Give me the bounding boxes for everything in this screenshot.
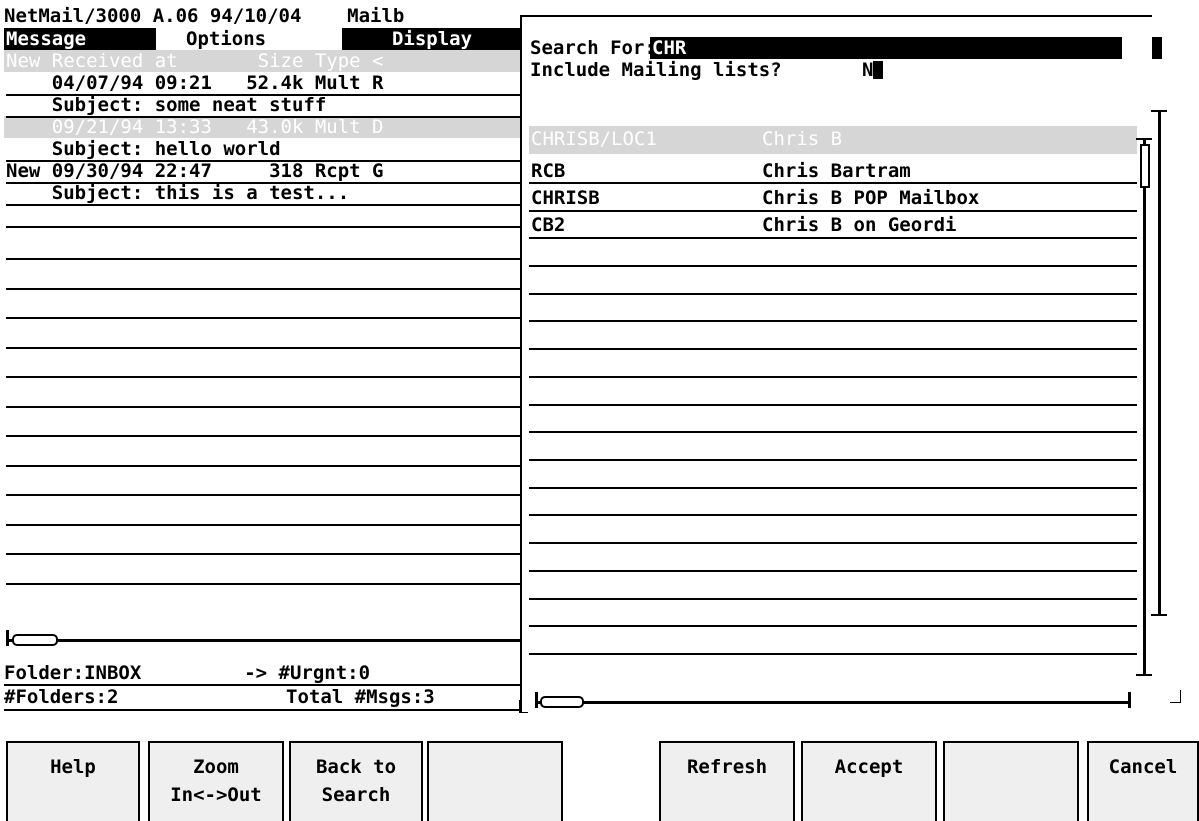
dialog-corner: [1170, 690, 1181, 703]
row-rule: [529, 625, 1137, 627]
row-rule: [6, 182, 522, 184]
row-rule: [529, 653, 1137, 655]
row-rule: [6, 524, 522, 526]
result-mailbox[interactable]: CHRISB: [531, 187, 600, 209]
result-mailbox[interactable]: CB2: [531, 214, 565, 236]
result-realname[interactable]: Chris B on Geordi: [762, 214, 956, 236]
row-rule: [6, 376, 522, 378]
row-rule: [529, 320, 1137, 322]
row-rule: [529, 293, 1137, 295]
row-rule: [6, 226, 522, 228]
include-lists-field[interactable]: N: [862, 59, 884, 81]
row-rule: [6, 583, 522, 585]
search-dialog: [520, 15, 1152, 712]
column-real-name[interactable]: Real Name: [772, 96, 875, 118]
f7-empty-button[interactable]: [943, 741, 1079, 821]
scroll-thumb[interactable]: [1140, 144, 1150, 188]
list-column-header: New Received at Size Type <: [4, 50, 524, 72]
row-rule: [6, 317, 522, 319]
f1-help-button[interactable]: Help: [6, 741, 140, 821]
message-row[interactable]: 04/07/94 09:21 52.4k Mult R: [6, 72, 384, 94]
row-rule: [529, 487, 1137, 489]
folder-status: Folder:INBOX -> #Urgnt:0: [4, 662, 371, 684]
include-lists-label: Include Mailing lists?: [530, 59, 782, 81]
row-rule: [529, 265, 1137, 267]
row-rule: [529, 459, 1137, 461]
row-rule: [6, 553, 522, 555]
row-rule: [529, 376, 1137, 378]
message-subject[interactable]: Subject: hello world: [6, 138, 281, 160]
f5-refresh-button[interactable]: Refresh: [659, 741, 795, 821]
scroll-thumb[interactable]: [540, 696, 584, 708]
row-rule: [6, 435, 522, 437]
row-rule: [529, 182, 1137, 184]
f2-zoom-button[interactable]: Zoom In<->Out: [148, 741, 284, 821]
result-realname[interactable]: Chris B POP Mailbox: [762, 187, 979, 209]
result-mailbox[interactable]: RCB: [531, 160, 565, 182]
row-rule: [6, 406, 522, 408]
scroll-thumb[interactable]: [12, 634, 58, 646]
search-input[interactable]: CHR: [650, 37, 1122, 59]
row-rule: [6, 116, 522, 118]
row-rule: [529, 404, 1137, 406]
search-label: Search For:: [530, 37, 656, 59]
message-row[interactable]: New 09/30/94 22:47 318 Rcpt G: [6, 160, 384, 182]
menu-message[interactable]: Message: [4, 28, 156, 50]
row-rule: [529, 598, 1137, 600]
f6-accept-button[interactable]: Accept: [801, 741, 937, 821]
folders-count: #Folders:2: [4, 686, 119, 708]
row-rule: [529, 210, 1137, 212]
row-rule: [529, 570, 1137, 572]
row-rule: [529, 431, 1137, 433]
result-realname[interactable]: Chris Bartram: [762, 160, 911, 182]
include-lists-value: N: [862, 59, 874, 81]
dialog-corner-left: [519, 700, 528, 713]
text-cursor: [873, 61, 884, 79]
menu-display[interactable]: Display: [342, 28, 522, 50]
row-rule: [6, 494, 522, 496]
f8-cancel-button[interactable]: Cancel: [1087, 741, 1199, 821]
row-rule: [6, 347, 522, 349]
row-rule: [6, 258, 522, 260]
row-rule: [6, 465, 522, 467]
row-rule: [529, 542, 1137, 544]
column-mailbox-name[interactable]: Mailbox Name: [531, 96, 668, 118]
search-input-value: CHR: [652, 37, 687, 59]
f4-empty-button[interactable]: [427, 741, 563, 821]
row-rule: [529, 348, 1137, 350]
result-realname: Chris B: [762, 128, 843, 150]
total-msgs: Total #Msgs:3: [286, 686, 435, 708]
f3-back-to-search-button[interactable]: Back to Search: [289, 741, 423, 821]
row-rule: [529, 514, 1137, 516]
row-rule: [529, 237, 1137, 239]
message-subject[interactable]: Subject: this is a test...: [6, 182, 349, 204]
row-rule: [6, 288, 522, 290]
app-title: NetMail/3000 A.06 94/10/04 Mailb: [4, 5, 405, 27]
result-mailbox: CHRISB/LOC1: [531, 128, 657, 150]
menu-options[interactable]: Options: [186, 28, 266, 50]
message-subject[interactable]: Subject: some neat stuff: [6, 94, 327, 116]
cursor-block: [1152, 37, 1162, 59]
row-rule: [6, 160, 522, 162]
row-rule: [6, 204, 522, 206]
message-row-selected[interactable]: 09/21/94 13:33 43.0k Mult D: [4, 116, 524, 138]
row-rule: [6, 94, 522, 96]
